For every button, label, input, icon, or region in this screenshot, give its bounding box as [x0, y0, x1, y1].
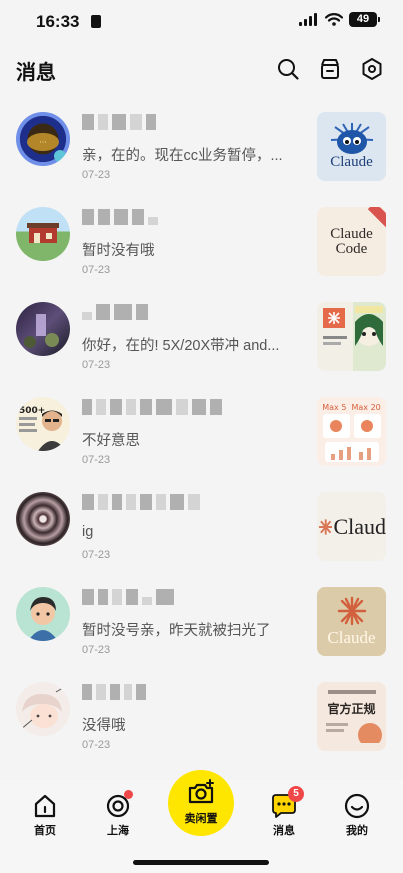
contact-name-redacted	[82, 114, 156, 130]
message-item[interactable]: 你好，在的! 5X/20X带冲 and... 07-23	[0, 290, 403, 385]
unread-count-badge: 5	[288, 786, 304, 802]
nav-messages[interactable]: 5 消息	[259, 786, 309, 838]
avatar[interactable]	[16, 492, 70, 546]
nav-home[interactable]: 首页	[20, 792, 70, 838]
contact-name-redacted	[82, 494, 200, 510]
message-item[interactable]: 暂时没号亲，昨天就被扫光了 07-23 Claude	[0, 575, 403, 670]
hedgehog-mascot-icon	[330, 123, 373, 154]
message-item[interactable]: 暂时没有哦 07-23 Claude Code	[0, 195, 403, 290]
search-button[interactable]	[275, 56, 301, 82]
nav-city[interactable]: 上海	[93, 790, 143, 838]
camera-plus-icon	[188, 779, 214, 804]
notification-dot	[124, 790, 133, 799]
status-bar: 16:33 49	[0, 0, 403, 44]
message-preview: 没得哦	[82, 718, 126, 734]
battery-indicator: 49	[349, 12, 380, 27]
settings-icon	[362, 58, 382, 80]
sell-button[interactable]: 卖闲置	[168, 770, 234, 836]
wifi-icon	[325, 13, 343, 26]
item-thumbnail[interactable]: Max 5 Max 20	[317, 397, 386, 466]
sim-icon	[91, 15, 101, 28]
anime-illustration-icon	[317, 302, 386, 371]
orange-blob-icon	[325, 723, 382, 743]
settings-button[interactable]	[359, 56, 385, 82]
home-indicator	[133, 860, 269, 865]
thumbnail-text: Claude	[327, 627, 376, 647]
thumbnail-text: Claude Code	[330, 225, 373, 257]
shop-icon	[321, 59, 339, 79]
claude-starburst-icon	[337, 596, 366, 625]
bottom-nav: 首页 上海 卖闲置 5 消息 我的	[0, 770, 403, 873]
nav-me-label: 我的	[346, 825, 368, 837]
message-date: 07-23	[82, 454, 111, 466]
message-preview: 你好，在的! 5X/20X带冲 and...	[82, 338, 280, 354]
avatar[interactable]	[16, 207, 70, 261]
avatar-image	[19, 685, 67, 731]
message-preview: 不好意思	[82, 433, 140, 449]
message-item[interactable]: 没得哦 07-23 官方正规	[0, 670, 403, 765]
message-date: 07-23	[82, 264, 111, 276]
contact-name-redacted	[82, 684, 146, 700]
home-icon	[34, 794, 56, 818]
avatar-image	[24, 314, 59, 348]
nav-messages-label: 消息	[273, 825, 295, 837]
message-item[interactable]: ··· 亲，在的。现在cc业务暂停，... 07-23 Claude	[0, 100, 403, 195]
avatar[interactable]	[16, 682, 70, 736]
message-date: 07-23	[82, 359, 111, 371]
page-title: 消息	[16, 62, 56, 84]
avatar[interactable]	[16, 587, 70, 641]
smiley-face-icon	[344, 793, 370, 819]
contact-name-redacted	[82, 399, 222, 415]
message-item[interactable]: ig 07-23 Claud	[0, 480, 403, 575]
thumbnail-text: Claude	[330, 154, 373, 170]
message-preview: ig	[82, 524, 94, 540]
page-header: 消息	[0, 44, 403, 96]
avatar[interactable]	[16, 302, 70, 356]
message-preview: 暂时没有哦	[82, 243, 155, 259]
message-date: 07-23	[82, 739, 111, 751]
message-item[interactable]: 500+ 不好意思 07-23 Max 5 Max 20	[0, 385, 403, 480]
item-thumbnail[interactable]: Claude	[317, 112, 386, 181]
item-thumbnail[interactable]: Claud	[317, 492, 386, 561]
item-thumbnail[interactable]: Claude	[317, 587, 386, 656]
avatar[interactable]: ···	[16, 112, 70, 166]
plan-cards-icon	[322, 414, 381, 462]
svg-text:500+: 500+	[19, 406, 45, 416]
message-preview: 亲，在的。现在cc业务暂停，...	[82, 148, 283, 164]
nav-city-label: 上海	[107, 825, 129, 837]
shop-button[interactable]	[317, 56, 343, 82]
message-preview: 暂时没号亲，昨天就被扫光了	[82, 623, 271, 639]
message-date: 07-23	[82, 644, 111, 656]
nav-me[interactable]: 我的	[332, 792, 382, 838]
avatar-image: ···	[27, 133, 66, 162]
status-time: 16:33	[36, 12, 80, 31]
thumbnail-caption-redacted	[327, 690, 376, 694]
search-icon	[278, 59, 299, 80]
message-date: 07-23	[82, 549, 111, 561]
message-list: ··· 亲，在的。现在cc业务暂停，... 07-23 Claude 暂时没有哦…	[0, 100, 403, 765]
item-thumbnail[interactable]	[317, 302, 386, 371]
avatar-image: 500+	[19, 406, 66, 451]
contact-name-redacted	[82, 589, 174, 605]
svg-text:···: ···	[39, 138, 47, 147]
sell-button-label: 卖闲置	[184, 813, 218, 825]
thumbnail-text: Claud	[333, 513, 386, 539]
avatar-image	[28, 597, 58, 641]
nav-home-label: 首页	[34, 825, 56, 837]
item-thumbnail[interactable]: Claude Code	[317, 207, 386, 276]
cellular-signal-icon	[299, 13, 317, 26]
thumbnail-text: 官方正规	[327, 702, 376, 716]
avatar-image	[27, 223, 59, 243]
contact-name-redacted	[82, 209, 158, 225]
avatar[interactable]: 500+	[16, 397, 70, 451]
contact-name-redacted	[82, 304, 148, 320]
claude-starburst-icon	[319, 518, 333, 535]
thumbnail-text: Max 5 Max 20	[322, 403, 381, 412]
item-thumbnail[interactable]: 官方正规	[317, 682, 386, 751]
message-date: 07-23	[82, 169, 111, 181]
